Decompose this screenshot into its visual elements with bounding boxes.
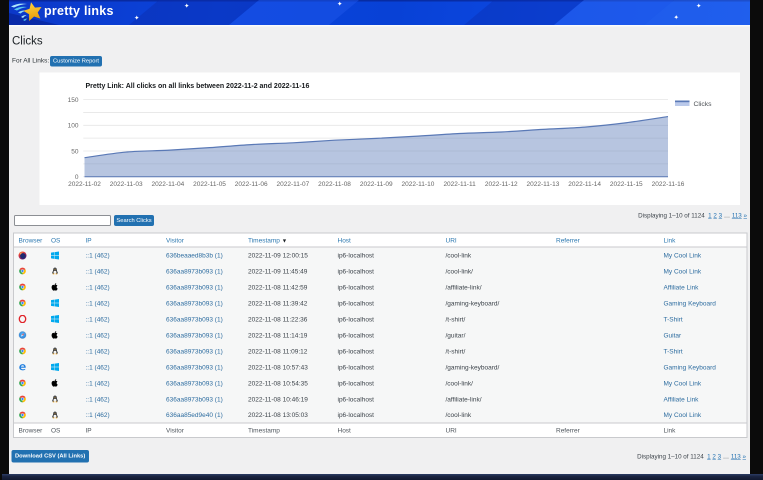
svg-text:Pretty Link: All clicks on all: Pretty Link: All clicks on all links bet…	[86, 83, 310, 90]
svg-text:2022-11-14: 2022-11-14	[568, 181, 601, 188]
svg-text:2022-11-03: 2022-11-03	[110, 181, 143, 188]
svg-text:100: 100	[68, 123, 79, 130]
svg-text:2022-11-02: 2022-11-02	[68, 181, 101, 188]
svg-text:2022-11-15: 2022-11-15	[610, 181, 643, 188]
svg-text:0: 0	[75, 174, 79, 181]
svg-text:2022-11-08: 2022-11-08	[318, 181, 351, 188]
svg-text:2022-11-06: 2022-11-06	[235, 181, 268, 188]
svg-text:Clicks: Clicks	[694, 101, 713, 108]
svg-text:2022-11-07: 2022-11-07	[277, 181, 310, 188]
svg-text:2022-11-04: 2022-11-04	[151, 181, 184, 188]
svg-text:2022-11-11: 2022-11-11	[443, 181, 476, 188]
svg-text:2022-11-10: 2022-11-10	[402, 181, 435, 188]
svg-text:2022-11-05: 2022-11-05	[193, 181, 226, 188]
svg-text:50: 50	[71, 148, 79, 155]
svg-text:2022-11-12: 2022-11-12	[485, 181, 518, 188]
svg-text:150: 150	[68, 97, 79, 104]
svg-text:2022-11-09: 2022-11-09	[360, 181, 393, 188]
svg-text:2022-11-16: 2022-11-16	[652, 181, 685, 188]
svg-text:2022-11-13: 2022-11-13	[527, 181, 560, 188]
